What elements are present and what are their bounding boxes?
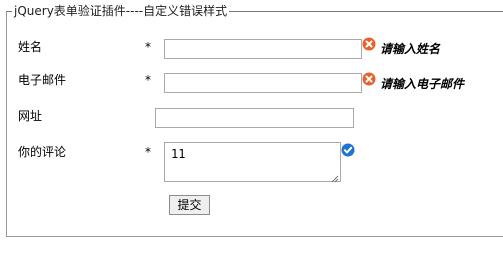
name-label: 姓名	[18, 40, 43, 54]
name-error-message: 请输入姓名	[380, 42, 441, 56]
submit-button[interactable]: 提交	[169, 195, 210, 215]
comment-textarea[interactable]: 11	[164, 142, 341, 183]
email-error-message: 请输入电子邮件	[380, 77, 465, 91]
email-required-mark: *	[145, 73, 151, 87]
error-x-icon	[362, 37, 376, 51]
email-label: 电子邮件	[18, 73, 67, 87]
name-required-mark: *	[145, 40, 151, 54]
checkmark-icon	[341, 143, 355, 157]
email-input[interactable]	[164, 73, 362, 93]
error-x-icon	[362, 72, 376, 86]
resize-handle-icon[interactable]	[331, 172, 339, 183]
comment-required-mark: *	[145, 145, 151, 159]
website-label: 网址	[18, 109, 43, 123]
comment-label: 你的评论	[18, 145, 67, 159]
website-input[interactable]	[155, 108, 354, 128]
comment-text: 11	[171, 147, 186, 161]
name-input[interactable]	[164, 39, 362, 59]
form-legend: jQuery表单验证插件----自定义错误样式	[12, 4, 230, 18]
